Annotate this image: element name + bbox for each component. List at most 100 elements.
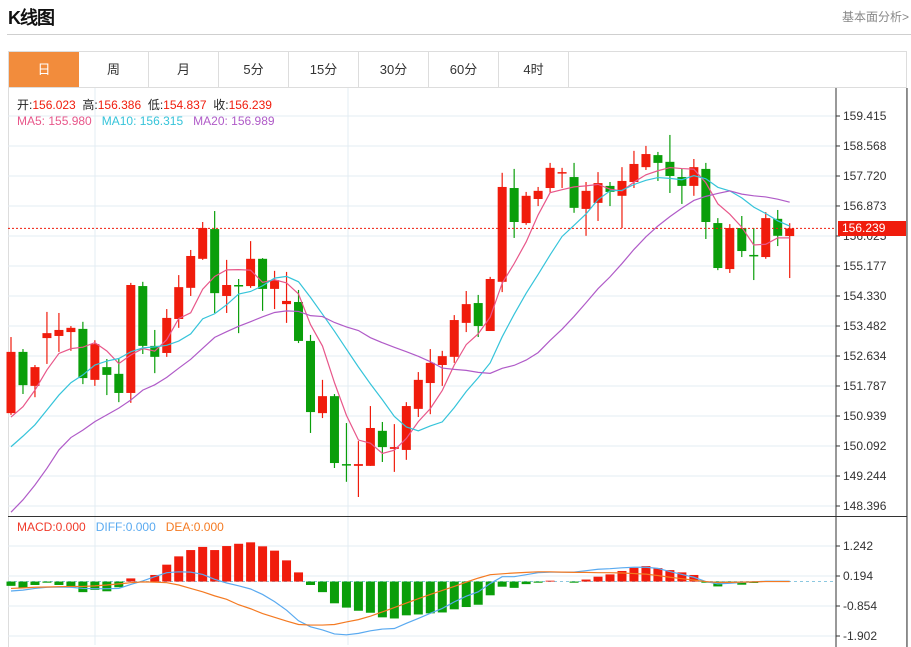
price-axis: 159.415158.568157.720156.873156.025155.1… xyxy=(843,109,887,513)
candle xyxy=(329,394,339,468)
candle-body xyxy=(162,317,172,353)
candle xyxy=(557,167,567,189)
low-label: 低: xyxy=(147,98,164,112)
macd-bar xyxy=(545,580,555,582)
candle-body xyxy=(210,229,220,294)
candle-body xyxy=(761,218,771,258)
macd-bar xyxy=(270,550,280,582)
candle xyxy=(509,168,519,238)
macd-bar xyxy=(461,581,471,608)
candle-body xyxy=(54,329,64,336)
macd-bar xyxy=(629,567,639,582)
macd-legend: MACD:0.000 DIFF:0.000 DEA:0.000 xyxy=(17,520,224,534)
candle xyxy=(246,241,256,288)
ma20-value: MA20: 156.989 xyxy=(193,114,275,128)
candle-body xyxy=(545,167,555,189)
candle xyxy=(66,326,76,351)
candle-body xyxy=(270,280,280,289)
macd-bar xyxy=(497,581,507,587)
candle xyxy=(401,402,411,460)
candle xyxy=(186,249,196,296)
macd-bar xyxy=(246,542,256,582)
candle-body xyxy=(18,351,28,386)
candle-body xyxy=(306,340,315,413)
macd-bar xyxy=(186,550,196,582)
candle xyxy=(114,358,124,403)
candle-body xyxy=(246,258,256,287)
macd-bar xyxy=(258,546,268,582)
candle xyxy=(306,334,315,433)
macd-bar xyxy=(102,581,112,592)
macd-bar xyxy=(329,581,339,604)
candle-body xyxy=(365,427,375,466)
candle xyxy=(30,364,40,398)
high-label: 高: xyxy=(82,98,98,112)
candle xyxy=(521,191,531,225)
candle-body xyxy=(533,190,543,199)
macd-tick-label: 1.242 xyxy=(843,539,873,553)
candle xyxy=(377,421,387,462)
macd-bar xyxy=(341,581,351,608)
macd-bar xyxy=(521,581,531,585)
candle-body xyxy=(629,163,639,183)
macd-bar xyxy=(18,581,28,588)
candle-body xyxy=(485,278,495,332)
axes: 1.242 0.194 -0.854 -1.902 xyxy=(8,88,908,647)
candle-body xyxy=(569,177,579,208)
macd-bar xyxy=(6,581,16,586)
candle xyxy=(341,423,351,482)
candle-body xyxy=(222,285,232,296)
candle-body xyxy=(425,362,435,384)
diff-value: DIFF:0.000 xyxy=(95,520,156,534)
candle xyxy=(545,162,555,193)
candle-body xyxy=(30,367,40,386)
candle-body xyxy=(653,155,663,163)
candle-body xyxy=(557,172,567,174)
macd-bar xyxy=(593,576,603,582)
price-tick-label: 150.939 xyxy=(843,409,887,423)
candle xyxy=(270,270,280,310)
macd-bar xyxy=(30,581,40,585)
price-tick-label: 156.873 xyxy=(843,199,887,213)
macd-bar xyxy=(306,581,315,585)
candle xyxy=(138,281,148,355)
candle-body xyxy=(78,328,88,379)
candle-body xyxy=(749,254,759,257)
macd-bar xyxy=(294,572,304,582)
candle xyxy=(593,172,603,221)
candle xyxy=(701,162,711,239)
price-tick-label: 157.720 xyxy=(843,169,887,183)
candle xyxy=(713,218,723,271)
candle xyxy=(102,358,112,396)
candles xyxy=(6,134,795,498)
high-value: 156.386 xyxy=(97,98,142,112)
candle xyxy=(725,224,735,273)
candle-body xyxy=(473,303,483,327)
candle-body xyxy=(329,396,339,464)
macd-bar xyxy=(234,543,244,582)
candle-body xyxy=(6,351,16,414)
macd-bar xyxy=(317,581,327,593)
macd-bar xyxy=(282,560,292,582)
candle xyxy=(365,406,375,466)
candle xyxy=(294,289,304,344)
macd-tick-label: 0.194 xyxy=(843,569,873,583)
candle-body xyxy=(66,327,76,333)
macd-tick-label: -0.854 xyxy=(843,599,877,613)
candle-body xyxy=(581,190,591,209)
candle-body xyxy=(282,300,292,305)
macd-bar xyxy=(581,579,591,582)
candle-body xyxy=(785,228,795,237)
price-tick-label: 158.568 xyxy=(843,139,887,153)
macd-panel xyxy=(6,542,836,636)
macd-bar xyxy=(533,581,543,583)
candle xyxy=(689,159,699,196)
candle-body xyxy=(174,287,184,319)
macd-bar xyxy=(54,581,64,585)
candle-body xyxy=(42,333,52,339)
candle xyxy=(677,168,687,204)
candle-body xyxy=(509,188,519,223)
candle xyxy=(533,186,543,207)
candle-body xyxy=(126,285,136,393)
close-label: 收: xyxy=(213,98,229,112)
